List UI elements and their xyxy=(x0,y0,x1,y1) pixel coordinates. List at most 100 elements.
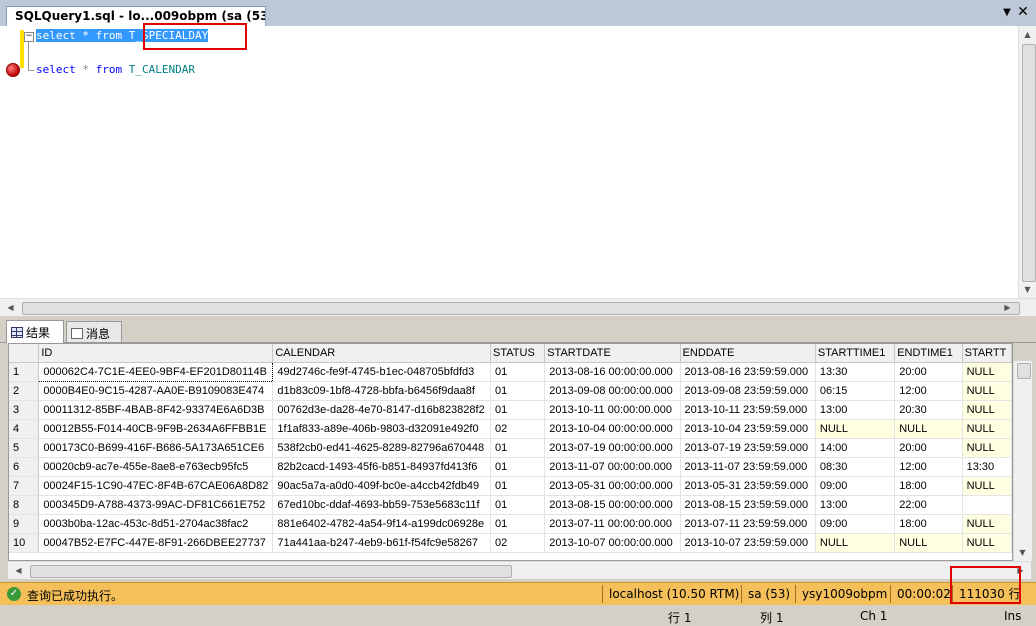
grid-cell[interactable]: 000062C4-7C1E-4EE0-9BF4-EF201D80114B xyxy=(38,362,274,382)
row-number[interactable]: 9 xyxy=(9,514,40,534)
grid-cell[interactable]: NULL xyxy=(962,362,1012,382)
column-header-id[interactable]: ID xyxy=(38,344,274,363)
table-row[interactable]: 6 00020cb9-ac7e-455e-8ae8-e763ecb95fc5 82b… xyxy=(9,457,1012,477)
grid-cell[interactable]: d1b83c09-1bf8-4728-bbfa-b6456f9daa8f xyxy=(272,381,492,401)
row-number[interactable]: 1 xyxy=(9,362,40,382)
grid-cell[interactable]: NULL xyxy=(815,533,896,553)
grid-cell[interactable]: NULL xyxy=(962,381,1012,401)
collapse-icon[interactable]: − xyxy=(24,32,34,42)
grid-cell[interactable]: 22:00 xyxy=(894,495,963,515)
grid-cell[interactable]: 02 xyxy=(490,533,546,553)
grid-cell[interactable]: 2013-11-07 23:59:59.000 xyxy=(680,457,816,477)
grid-cell[interactable]: 01 xyxy=(490,514,546,534)
table-row[interactable]: 10 00047B52-E7FC-447E-8F91-266DBEE27737 71… xyxy=(9,533,1012,553)
grid-cell[interactable]: NULL xyxy=(962,476,1012,496)
editor-vertical-scrollbar[interactable]: ▲ ▼ xyxy=(1018,26,1036,298)
grid-cell[interactable]: 06:15 xyxy=(815,381,896,401)
query-editor[interactable]: − select * from T_SPECIALDAY select * fr… xyxy=(0,26,1018,298)
grid-cell[interactable]: 2013-05-31 23:59:59.000 xyxy=(680,476,816,496)
grid-cell[interactable]: 2013-10-04 23:59:59.000 xyxy=(680,419,816,439)
scroll-thumb[interactable] xyxy=(1017,363,1031,379)
tab-results[interactable]: 结果 xyxy=(6,320,64,343)
row-number[interactable]: 8 xyxy=(9,495,40,515)
tab-messages[interactable]: 消息 xyxy=(66,321,122,342)
grid-cell[interactable]: 01 xyxy=(490,362,546,382)
grid-cell[interactable]: 00762d3e-da28-4e70-8147-d16b823828f2 xyxy=(272,400,492,420)
grid-cell[interactable]: 2013-10-11 00:00:00.000 xyxy=(544,400,681,420)
grid-cell[interactable]: 01 xyxy=(490,438,546,458)
grid-cell[interactable]: NULL xyxy=(962,533,1012,553)
table-row[interactable]: 1 000062C4-7C1E-4EE0-9BF4-EF201D80114B 49d… xyxy=(9,362,1012,382)
grid-cell[interactable]: 08:30 xyxy=(815,457,896,477)
column-header-enddate[interactable]: ENDDATE xyxy=(680,344,816,363)
grid-cell[interactable]: 2013-07-19 00:00:00.000 xyxy=(544,438,681,458)
row-number[interactable]: 4 xyxy=(9,419,40,439)
grid-cell[interactable]: 71a441aa-b247-4eb9-b61f-f54fc9e58267 xyxy=(272,533,492,553)
grid-cell[interactable]: 2013-07-11 23:59:59.000 xyxy=(680,514,816,534)
tab-list-dropdown-icon[interactable]: ▼ xyxy=(1000,7,1014,21)
grid-cell[interactable]: 538f2cb0-ed41-4625-8289-82796a670448 xyxy=(272,438,492,458)
results-grid[interactable]: ID CALENDAR STATUS STARTDATE ENDDATE STARTTIM… xyxy=(8,343,1013,561)
grid-vertical-scrollbar[interactable]: ▼ xyxy=(1013,361,1032,561)
scroll-thumb[interactable] xyxy=(1022,44,1036,282)
grid-cell[interactable]: 2013-05-31 00:00:00.000 xyxy=(544,476,681,496)
grid-cell[interactable]: NULL xyxy=(894,533,963,553)
grid-cell[interactable]: 2013-10-07 00:00:00.000 xyxy=(544,533,681,553)
grid-cell[interactable]: 2013-10-04 00:00:00.000 xyxy=(544,419,681,439)
column-header-status[interactable]: STATUS xyxy=(490,344,546,363)
grid-cell[interactable]: 49d2746c-fe9f-4745-b1ec-048705bfdfd3 xyxy=(272,362,492,382)
table-row[interactable]: 5 000173C0-B699-416F-B686-5A173A651CE6 538… xyxy=(9,438,1012,458)
row-number[interactable]: 2 xyxy=(9,381,40,401)
scroll-down-icon[interactable]: ▼ xyxy=(1019,281,1036,298)
column-header-startt[interactable]: STARTT xyxy=(962,344,1012,363)
row-number[interactable]: 6 xyxy=(9,457,40,477)
grid-cell[interactable]: NULL xyxy=(962,514,1012,534)
grid-cell[interactable]: NULL xyxy=(962,400,1012,420)
grid-cell[interactable]: 13:00 xyxy=(815,495,896,515)
row-number[interactable]: 10 xyxy=(9,533,40,553)
row-number[interactable]: 5 xyxy=(9,438,40,458)
grid-cell[interactable]: 2013-11-07 00:00:00.000 xyxy=(544,457,681,477)
grid-cell[interactable]: 00047B52-E7FC-447E-8F91-266DBEE27737 xyxy=(38,533,274,553)
grid-cell[interactable]: 20:00 xyxy=(894,362,963,382)
grid-cell[interactable]: 13:30 xyxy=(815,362,896,382)
grid-cell[interactable]: 2013-10-07 23:59:59.000 xyxy=(680,533,816,553)
column-header-calendar[interactable]: CALENDAR xyxy=(272,344,492,363)
table-row[interactable]: 4 00012B55-F014-40CB-9F9B-2634A6FFBB1E 1f1… xyxy=(9,419,1012,439)
grid-cell[interactable]: 14:00 xyxy=(815,438,896,458)
grid-cell[interactable]: 18:00 xyxy=(894,514,963,534)
grid-cell[interactable]: 2013-10-11 23:59:59.000 xyxy=(680,400,816,420)
grid-cell[interactable]: 01 xyxy=(490,381,546,401)
scroll-left-icon[interactable]: ◀ xyxy=(2,299,19,316)
grid-cell[interactable]: 01 xyxy=(490,476,546,496)
grid-cell[interactable]: 20:30 xyxy=(894,400,963,420)
column-header-starttime1[interactable]: STARTTIME1 xyxy=(815,344,896,363)
grid-cell[interactable]: 0003b0ba-12ac-453c-8d51-2704ac38fac2 xyxy=(38,514,274,534)
grid-cell[interactable]: 01 xyxy=(490,457,546,477)
grid-cell[interactable]: 12:00 xyxy=(894,457,963,477)
grid-cell[interactable]: NULL xyxy=(815,419,896,439)
grid-cell[interactable]: 000345D9-A788-4373-99AC-DF81C661E752 xyxy=(38,495,274,515)
grid-cell[interactable]: 2013-08-16 23:59:59.000 xyxy=(680,362,816,382)
grid-horizontal-scrollbar[interactable]: ◀ ▶ xyxy=(8,561,1031,579)
grid-cell[interactable]: 18:00 xyxy=(894,476,963,496)
grid-cell[interactable]: 09:00 xyxy=(815,476,896,496)
grid-cell[interactable]: NULL xyxy=(962,438,1012,458)
grid-cell[interactable]: 2013-07-11 00:00:00.000 xyxy=(544,514,681,534)
grid-cell[interactable]: 90ac5a7a-a0d0-409f-bc0e-a4ccb42fdb49 xyxy=(272,476,492,496)
grid-cell[interactable]: 000173C0-B699-416F-B686-5A173A651CE6 xyxy=(38,438,274,458)
column-header-endtime1[interactable]: ENDTIME1 xyxy=(894,344,963,363)
editor-horizontal-scrollbar[interactable]: ◀ ▶ xyxy=(0,298,1036,316)
scroll-left-icon[interactable]: ◀ xyxy=(10,562,27,579)
grid-cell[interactable]: 2013-07-19 23:59:59.000 xyxy=(680,438,816,458)
grid-cell[interactable]: 1f1af833-a89e-406b-9803-d32091e492f0 xyxy=(272,419,492,439)
grid-cell[interactable] xyxy=(962,495,1012,515)
breakpoint-icon[interactable] xyxy=(6,63,20,77)
grid-cell[interactable]: 20:00 xyxy=(894,438,963,458)
grid-cell[interactable]: 02 xyxy=(490,419,546,439)
grid-cell[interactable]: 881e6402-4782-4a54-9f14-a199dc06928e xyxy=(272,514,492,534)
grid-cell[interactable]: 01 xyxy=(490,400,546,420)
grid-cell[interactable]: NULL xyxy=(962,419,1012,439)
table-row[interactable]: 3 00011312-85BF-4BAB-8F42-93374E6A6D3B 007… xyxy=(9,400,1012,420)
grid-cell[interactable]: 2013-09-08 00:00:00.000 xyxy=(544,381,681,401)
